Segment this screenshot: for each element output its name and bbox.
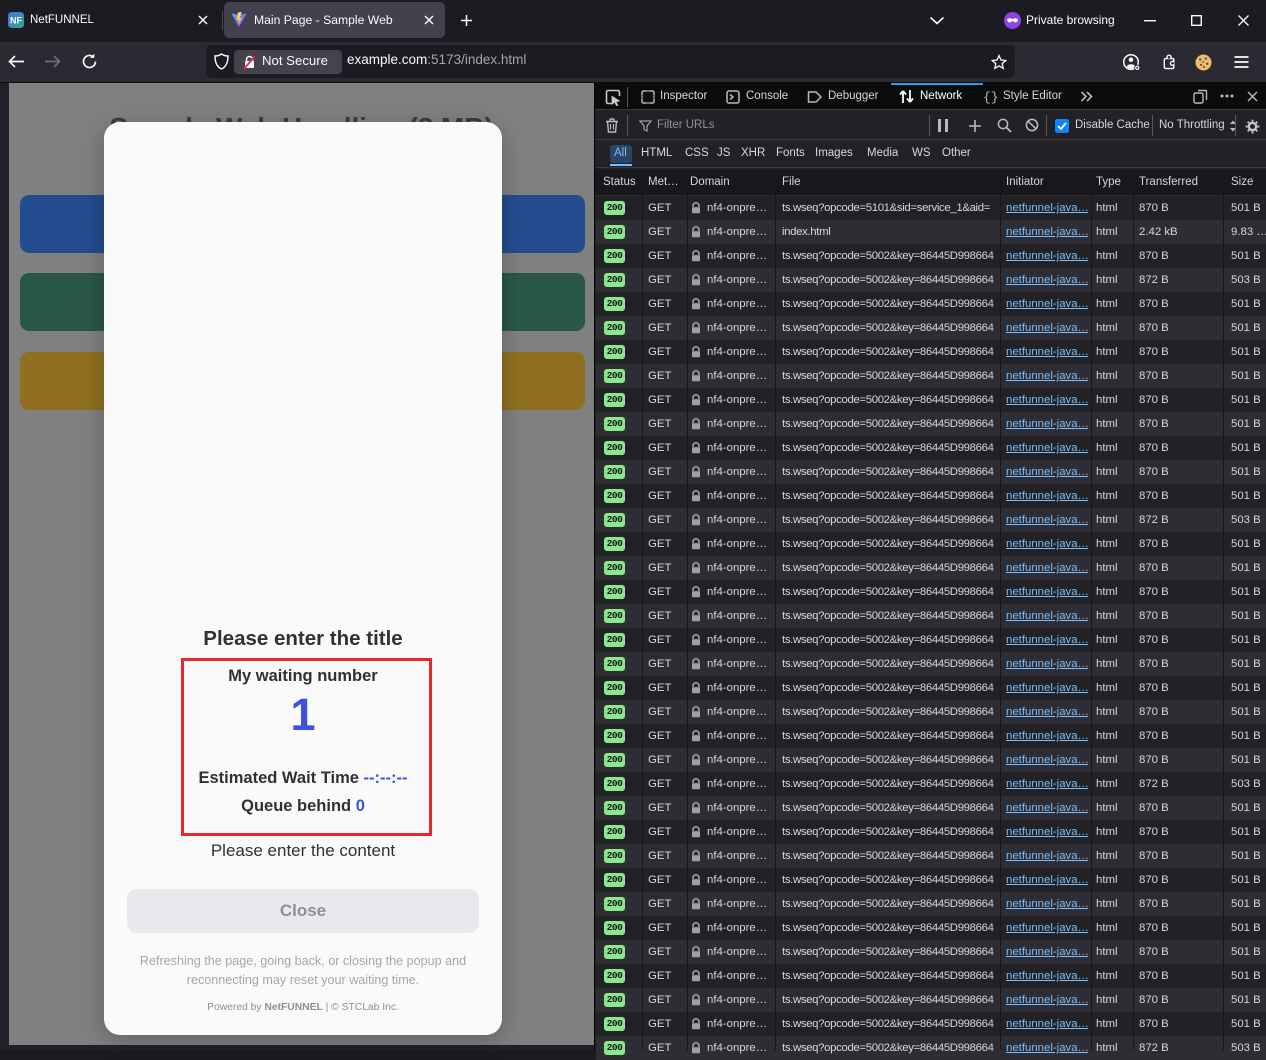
svg-text:NF: NF <box>10 16 22 26</box>
svg-text:{}: {} <box>983 90 999 104</box>
